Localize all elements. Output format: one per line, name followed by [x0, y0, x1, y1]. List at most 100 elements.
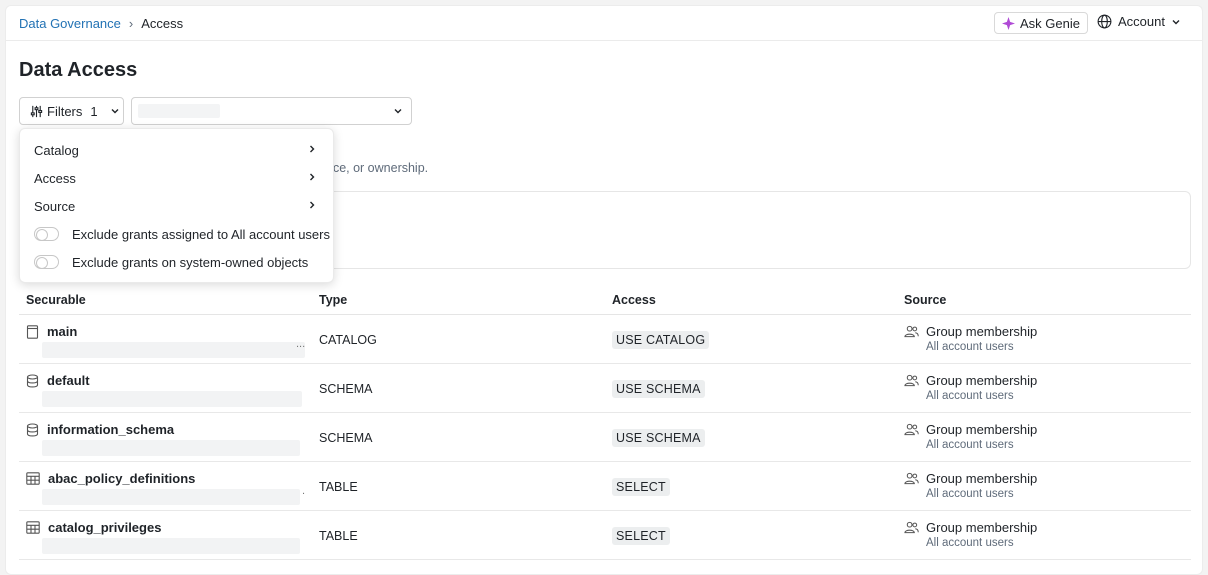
source-sublabel: All account users	[926, 390, 1014, 402]
principal-select[interactable]	[131, 97, 412, 125]
breadcrumb: Data Governance › Access	[19, 16, 183, 31]
column-header-securable[interactable]: Securable	[26, 293, 86, 307]
column-header-source[interactable]: Source	[904, 293, 946, 307]
source-label: Group membership	[926, 520, 1038, 535]
source-label: Group membership	[926, 324, 1038, 339]
toggle-switch[interactable]	[34, 255, 59, 269]
filters-button[interactable]: Filters 1	[19, 97, 124, 125]
column-header-access[interactable]: Access	[612, 293, 656, 307]
account-label: Account	[1118, 14, 1165, 29]
sparkle-icon	[1002, 16, 1015, 30]
source-cell: Group membership All account users	[904, 373, 1037, 402]
securable-path-placeholder	[42, 440, 300, 456]
table-row[interactable]: default SCHEMA USE SCHEMA Group membersh…	[19, 364, 1191, 413]
securable-name[interactable]: catalog_privileges	[48, 520, 161, 535]
securable-path-placeholder	[42, 391, 302, 407]
toggle-label: Exclude grants on system-owned objects	[72, 254, 309, 270]
users-icon	[904, 374, 919, 387]
chevron-down-icon	[394, 109, 402, 114]
toggle-label: Exclude grants assigned to All account u…	[72, 226, 330, 242]
securable-cell: catalog_privileges	[26, 520, 161, 535]
top-bar: Data Governance › Access Ask Genie Accou…	[6, 6, 1202, 41]
source-cell: Group membership All account users	[904, 471, 1037, 500]
chevron-right-icon	[310, 201, 315, 209]
filters-dropdown: Catalog Access Source Exclude grants ass…	[19, 128, 334, 283]
table-icon	[26, 521, 40, 534]
chevron-right-icon	[310, 173, 315, 181]
table-row[interactable]: information_schema SCHEMA USE SCHEMA Gro…	[19, 413, 1191, 462]
filter-menu-source[interactable]: Source	[20, 194, 333, 218]
table-row[interactable]: abac_policy_definitions . TABLE SELECT G…	[19, 462, 1191, 511]
app-window: Data Governance › Access Ask Genie Accou…	[5, 5, 1203, 575]
ask-genie-label: Ask Genie	[1020, 15, 1080, 31]
securable-path-placeholder	[42, 489, 300, 505]
filters-label: Filters	[47, 103, 83, 119]
securable-cell: abac_policy_definitions	[26, 471, 195, 486]
securable-name[interactable]: default	[47, 373, 90, 388]
table-row[interactable]: main ... CATALOG USE CATALOG Group membe…	[19, 315, 1191, 364]
info-panel	[326, 191, 1191, 269]
menu-item-label: Source	[34, 198, 76, 214]
table-row[interactable]: catalog_privileges TABLE SELECT Group me…	[19, 511, 1191, 560]
filters-count: 1	[90, 103, 98, 119]
filter-sliders-icon	[30, 105, 43, 117]
source-sublabel: All account users	[926, 537, 1014, 549]
type-cell: SCHEMA	[319, 382, 373, 396]
breadcrumb-current: Access	[141, 16, 184, 31]
source-label: Group membership	[926, 422, 1038, 437]
filter-menu-catalog[interactable]: Catalog	[20, 138, 333, 162]
schema-icon	[26, 373, 39, 387]
source-cell: Group membership All account users	[904, 422, 1037, 451]
source-cell: Group membership All account users	[904, 520, 1037, 549]
securable-name[interactable]: information_schema	[47, 422, 174, 437]
account-menu[interactable]: Account	[1097, 14, 1181, 29]
access-badge: USE CATALOG	[612, 331, 710, 349]
users-icon	[904, 521, 919, 534]
catalog-icon	[26, 324, 39, 339]
securable-path-placeholder	[42, 342, 305, 358]
securable-name[interactable]: main	[47, 324, 77, 339]
access-badge: SELECT	[612, 527, 670, 545]
select-placeholder	[138, 104, 220, 118]
type-cell: TABLE	[319, 529, 358, 543]
page-title: Data Access	[19, 59, 138, 81]
toggle-exclude-system-owned[interactable]: Exclude grants on system-owned objects	[20, 250, 333, 274]
access-table: Securable Type Access Source main ... CA…	[19, 288, 1191, 560]
source-label: Group membership	[926, 373, 1038, 388]
toggle-exclude-all-account-users[interactable]: Exclude grants assigned to All account u…	[20, 222, 333, 246]
source-sublabel: All account users	[926, 341, 1014, 353]
securable-name[interactable]: abac_policy_definitions	[48, 471, 195, 486]
chevron-right-icon	[310, 145, 315, 153]
page-description: nce, or ownership.	[326, 161, 429, 175]
securable-cell: main	[26, 324, 77, 339]
access-badge: SELECT	[612, 478, 670, 496]
source-sublabel: All account users	[926, 488, 1014, 500]
type-cell: CATALOG	[319, 333, 377, 347]
truncation-ellipsis: ...	[296, 338, 306, 350]
users-icon	[904, 472, 919, 485]
filter-menu-access[interactable]: Access	[20, 166, 333, 190]
schema-icon	[26, 422, 39, 436]
access-badge: USE SCHEMA	[612, 380, 705, 398]
chevron-down-icon	[1172, 19, 1180, 24]
source-label: Group membership	[926, 471, 1038, 486]
column-header-type[interactable]: Type	[319, 293, 347, 307]
type-cell: SCHEMA	[319, 431, 373, 445]
globe-icon	[1097, 14, 1112, 29]
menu-item-label: Catalog	[34, 142, 79, 158]
access-badge: USE SCHEMA	[612, 429, 705, 447]
chevron-down-icon	[111, 109, 119, 114]
source-cell: Group membership All account users	[904, 324, 1037, 353]
table-icon	[26, 472, 40, 485]
breadcrumb-separator: ›	[128, 16, 134, 31]
breadcrumb-data-governance[interactable]: Data Governance	[19, 16, 121, 31]
toggle-switch[interactable]	[34, 227, 59, 241]
securable-cell: information_schema	[26, 422, 174, 437]
source-sublabel: All account users	[926, 439, 1014, 451]
type-cell: TABLE	[319, 480, 358, 494]
users-icon	[904, 325, 919, 338]
menu-item-label: Access	[34, 170, 76, 186]
ask-genie-button[interactable]: Ask Genie	[994, 12, 1088, 34]
securable-cell: default	[26, 373, 90, 388]
table-header: Securable Type Access Source	[19, 288, 1191, 315]
